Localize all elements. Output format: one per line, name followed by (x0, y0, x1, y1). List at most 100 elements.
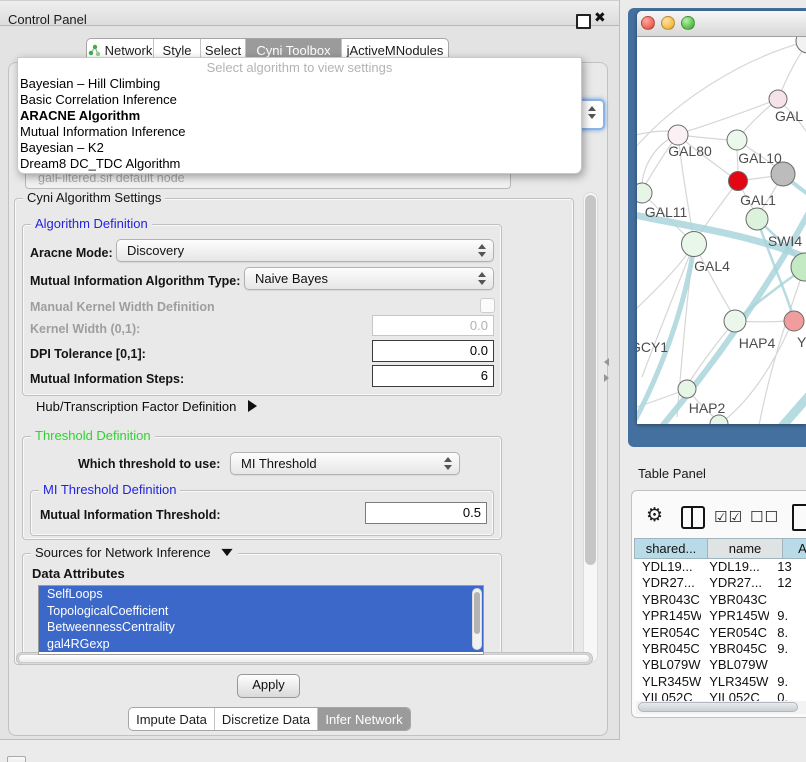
table-cell: YBR043C (701, 592, 769, 608)
table-row[interactable]: YIL052CYIL052C0. (634, 690, 806, 701)
manual-kernel-checkbox[interactable] (480, 298, 495, 313)
deselect-all-icon[interactable]: ☐☐ (750, 508, 779, 526)
table-cell: 13 (769, 559, 806, 575)
select-all-icon[interactable]: ☑☑ (714, 508, 743, 526)
split-divider-handle[interactable] (604, 358, 612, 384)
table-horizontal-thumb[interactable] (638, 702, 798, 712)
combo-spinner-icon (588, 106, 596, 119)
list-scrollbar[interactable] (472, 588, 482, 650)
network-node[interactable] (796, 37, 806, 53)
network-node-swi4[interactable] (746, 208, 768, 230)
column-header[interactable]: A (783, 538, 806, 559)
table-cell: YIL052C (701, 690, 769, 701)
network-node-hap2[interactable] (678, 380, 696, 398)
network-node-gal10[interactable] (727, 130, 747, 150)
tab-impute-data[interactable]: Impute Data (129, 708, 215, 730)
table-cell: YER054C (701, 625, 769, 641)
column-header[interactable]: shared... (634, 538, 708, 559)
network-node-gal11[interactable] (637, 183, 652, 203)
attribute-item-selected[interactable]: gal4RGexp (39, 636, 483, 653)
algorithm-option[interactable]: Basic Correlation Inference (18, 92, 581, 108)
table-cell: 9. (769, 608, 806, 624)
sources-title[interactable]: Sources for Network Inference (31, 546, 238, 560)
network-node-y[interactable] (784, 311, 804, 331)
mi-algorithm-type-combobox[interactable]: Naive Bayes (244, 267, 494, 290)
which-threshold-combobox[interactable]: MI Threshold (230, 452, 460, 475)
network-node-label: SWI4 (768, 233, 802, 249)
float-window-icon[interactable] (576, 14, 591, 29)
which-threshold-label: Which threshold to use: (78, 457, 220, 471)
settings-scrollbar-thumb[interactable] (585, 195, 596, 565)
close-traffic-light-icon[interactable] (641, 16, 655, 30)
table-row[interactable]: YBR043CYBR043C (634, 592, 806, 608)
control-panel-title: Control Panel (8, 12, 87, 27)
dock-grip-icon[interactable] (7, 756, 26, 762)
table-row[interactable]: YBR045CYBR045C9. (634, 641, 806, 657)
sources-title-text: Sources for Network Inference (35, 545, 211, 560)
network-node-gal1[interactable] (729, 172, 748, 191)
network-icon (88, 44, 101, 57)
table-cell: 12 (769, 575, 806, 591)
network-node-gal4[interactable] (682, 232, 707, 257)
hub-factor-expander[interactable]: Hub/Transcription Factor Definition (36, 399, 257, 414)
network-edge-highlighted[interactable] (741, 382, 806, 424)
attribute-item-selected[interactable]: SelfLoops (39, 586, 483, 603)
table-cell (769, 592, 806, 608)
table-row[interactable]: YDL19...YDL19...13 (634, 559, 806, 575)
list-scrollbar-thumb[interactable] (474, 592, 480, 634)
algorithm-dropdown-popup: Select algorithm to view settings Bayesi… (17, 57, 582, 174)
table-row[interactable]: YDR27...YDR27...12 (634, 575, 806, 591)
algorithm-option[interactable]: Mutual Information Inference (18, 124, 581, 140)
table-row[interactable]: YER054CYER054C8. (634, 625, 806, 641)
network-node-label: GAL10 (738, 150, 782, 166)
expander-collapsed-icon (248, 400, 257, 412)
algorithm-option[interactable]: Bayesian – K2 (18, 140, 581, 156)
aracne-mode-combobox[interactable]: Discovery (116, 239, 494, 262)
settings-horizontal-thumb[interactable] (18, 654, 590, 663)
network-edge[interactable] (685, 99, 778, 132)
tab-infer-network[interactable]: Infer Network (318, 708, 410, 730)
network-edge-highlighted[interactable] (637, 189, 806, 424)
split-columns-icon[interactable] (681, 506, 705, 529)
network-node-gal80[interactable] (668, 125, 688, 145)
algorithm-option[interactable]: Bayesian – Hill Climbing (18, 76, 581, 92)
table-cell: YIL052C (634, 690, 701, 701)
table-cell: YPR145W (701, 608, 769, 624)
attribute-item-selected[interactable]: BetweennessCentrality (39, 619, 483, 636)
mi-threshold-field[interactable]: 0.5 (365, 502, 487, 524)
minimize-traffic-light-icon[interactable] (661, 16, 675, 30)
apply-button[interactable]: Apply (237, 674, 300, 698)
table-doc-icon[interactable] (792, 504, 806, 531)
mi-steps-label: Mutual Information Steps: (30, 372, 184, 386)
control-panel-titlebar (0, 0, 619, 26)
network-window-titlebar[interactable] (637, 11, 806, 37)
algorithm-option[interactable]: ARACNE Algorithm (18, 108, 581, 124)
attribute-item-selected[interactable]: TopologicalCoefficient (39, 603, 483, 620)
hub-factor-label: Hub/Transcription Factor Definition (36, 399, 236, 414)
combo-spinner-icon (478, 272, 486, 285)
table-cell: 8. (769, 625, 806, 641)
mi-algorithm-type-value: Naive Bayes (255, 271, 328, 286)
table-cell: YBL079W (634, 657, 701, 673)
table-row[interactable]: YPR145WYPR145W9. (634, 608, 806, 624)
gear-icon[interactable]: ⚙ (646, 504, 663, 526)
table-header: shared...nameA (634, 538, 806, 559)
dpi-tolerance-field[interactable]: 0.0 (372, 340, 494, 362)
combo-spinner-icon (444, 457, 452, 470)
data-attributes-list[interactable]: SelfLoopsTopologicalCoefficientBetweenne… (38, 585, 484, 655)
table-cell: 9. (769, 674, 806, 690)
network-canvas[interactable]: GALGAL80GAL10GAL1GAL11GAL4SWI4GCY1HAP4YH… (637, 37, 806, 424)
mi-steps-field[interactable]: 6 (372, 365, 494, 387)
algorithm-option[interactable]: Dream8 DC_TDC Algorithm (18, 156, 581, 172)
zoom-traffic-light-icon[interactable] (681, 16, 695, 30)
network-node-gal[interactable] (769, 90, 787, 108)
tab-infer-network-label: Infer Network (325, 712, 402, 727)
tab-discretize-data[interactable]: Discretize Data (215, 708, 318, 730)
table-row[interactable]: YLR345WYLR345W9. (634, 674, 806, 690)
kernel-width-field[interactable]: 0.0 (372, 315, 494, 336)
close-icon[interactable]: ✖ (594, 10, 606, 26)
table-row[interactable]: YBL079WYBL079W (634, 657, 806, 673)
network-node-hap4[interactable] (724, 310, 746, 332)
table-cell: YLR345W (701, 674, 769, 690)
column-header[interactable]: name (708, 538, 783, 559)
